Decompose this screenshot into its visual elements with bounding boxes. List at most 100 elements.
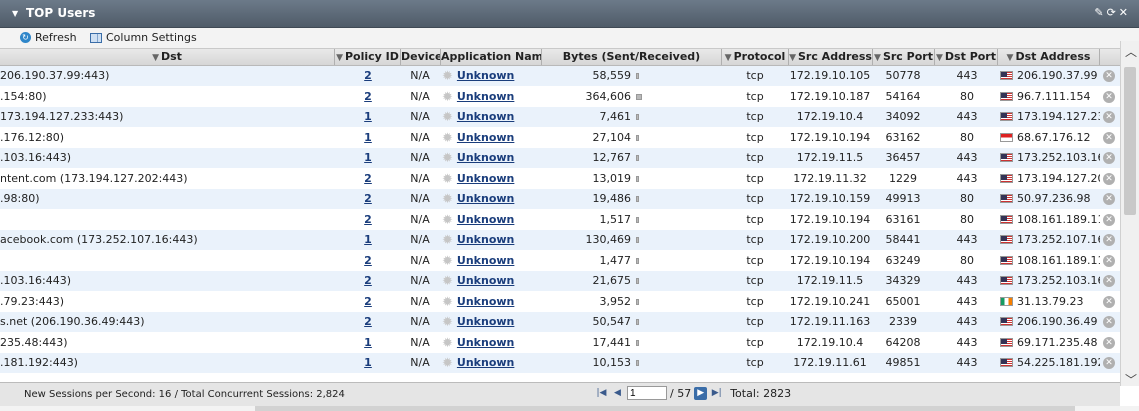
remove-session-icon[interactable]: ✕ bbox=[1103, 275, 1115, 287]
table-row[interactable]: 2 N/A ✹ Unknown 1,477 tcp 172.19.10.194 63249 80… bbox=[0, 251, 1120, 271]
refresh-button[interactable]: ↻ Refresh bbox=[20, 31, 77, 44]
policy-link[interactable]: 1 bbox=[364, 131, 372, 144]
policy-link[interactable]: 2 bbox=[364, 254, 372, 267]
policy-link[interactable]: 2 bbox=[364, 274, 372, 287]
bytes-bar bbox=[636, 319, 639, 325]
dst-cell bbox=[0, 251, 333, 271]
column-header-application-name[interactable]: Application Name bbox=[441, 49, 542, 65]
horizontal-scroll-thumb[interactable] bbox=[255, 406, 1075, 411]
edit-icon[interactable]: ✎ bbox=[1094, 6, 1106, 19]
table-row[interactable]: 206.190.37.99:443) 2 N/A ✹ Unknown 58,559 tcp 1… bbox=[0, 66, 1120, 86]
remove-session-icon[interactable]: ✕ bbox=[1103, 70, 1115, 82]
remove-session-icon[interactable]: ✕ bbox=[1103, 193, 1115, 205]
column-header-bytes-sent-received[interactable]: Bytes (Sent/Received) bbox=[542, 49, 722, 65]
remove-session-icon[interactable]: ✕ bbox=[1103, 172, 1115, 185]
table-row[interactable]: .103.16:443) 2 N/A ✹ Unknown 21,675 tcp 172.19.… bbox=[0, 271, 1120, 291]
horizontal-scrollbar[interactable] bbox=[0, 406, 1139, 411]
filter-icon[interactable]: ▼ bbox=[1007, 53, 1014, 63]
column-header-device[interactable]: Device bbox=[401, 49, 441, 65]
column-header-src-address[interactable]: ▼ Src Address bbox=[789, 49, 873, 65]
reload-icon[interactable]: ⟳ bbox=[1107, 6, 1119, 19]
filter-icon[interactable]: ▼ bbox=[789, 53, 796, 63]
table-row[interactable]: ntent.com (173.194.127.202:443) 2 N/A ✹ Unkn… bbox=[0, 169, 1120, 189]
table-row[interactable]: .154:80) 2 N/A ✹ Unknown 364,606 tcp 172.19.10.… bbox=[0, 87, 1120, 107]
column-header-src-port[interactable]: ▼ Src Port bbox=[873, 49, 935, 65]
policy-link[interactable]: 2 bbox=[364, 213, 372, 226]
remove-session-icon[interactable]: ✕ bbox=[1103, 254, 1115, 267]
column-header-policy-id[interactable]: ▼ Policy ID bbox=[335, 49, 401, 65]
application-link[interactable]: Unknown bbox=[457, 233, 514, 246]
vertical-scrollbar[interactable]: ︿ ﹀ bbox=[1120, 41, 1139, 388]
policy-link[interactable]: 1 bbox=[364, 356, 372, 369]
first-page-button[interactable]: |◀ bbox=[595, 387, 608, 400]
remove-session-icon[interactable]: ✕ bbox=[1103, 90, 1115, 103]
bytes-bar bbox=[636, 114, 639, 120]
table-row[interactable]: 235.48:443) 1 N/A ✹ Unknown 17,441 tcp 172.19.1… bbox=[0, 333, 1120, 353]
filter-icon[interactable]: ▼ bbox=[725, 53, 732, 63]
application-link[interactable]: Unknown bbox=[457, 356, 514, 369]
table-row[interactable]: .79.23:443) 2 N/A ✹ Unknown 3,952 tcp 172.19.10… bbox=[0, 292, 1120, 312]
table-row[interactable]: .98:80) 2 N/A ✹ Unknown 19,486 tcp 172.19.10.15… bbox=[0, 189, 1120, 209]
column-header-dst[interactable]: ▼ Dst bbox=[0, 49, 335, 65]
policy-link[interactable]: 2 bbox=[364, 192, 372, 205]
policy-link[interactable]: 1 bbox=[364, 336, 372, 349]
table-row[interactable]: s.net (206.190.36.49:443) 2 N/A ✹ Unknown 50,… bbox=[0, 312, 1120, 332]
remove-session-icon[interactable]: ✕ bbox=[1103, 152, 1115, 164]
table-row[interactable]: 2 N/A ✹ Unknown 1,517 tcp 172.19.10.194 63161 80… bbox=[0, 210, 1120, 230]
policy-link[interactable]: 2 bbox=[364, 315, 372, 328]
remove-session-icon[interactable]: ✕ bbox=[1103, 316, 1115, 328]
application-link[interactable]: Unknown bbox=[457, 110, 514, 123]
application-link[interactable]: Unknown bbox=[457, 192, 514, 205]
application-link[interactable]: Unknown bbox=[457, 131, 514, 144]
application-link[interactable]: Unknown bbox=[457, 336, 514, 349]
scroll-up-icon[interactable]: ︿ bbox=[1125, 43, 1137, 60]
table-row[interactable]: .176.12:80) 1 N/A ✹ Unknown 27,104 tcp 172.19.1… bbox=[0, 128, 1120, 148]
filter-icon[interactable]: ▼ bbox=[936, 53, 943, 63]
column-header-dst-address[interactable]: ▼ Dst Address bbox=[998, 49, 1100, 65]
column-header-dst-port[interactable]: ▼ Dst Port bbox=[935, 49, 998, 65]
application-link[interactable]: Unknown bbox=[457, 213, 514, 226]
column-settings-button[interactable]: Column Settings bbox=[90, 31, 197, 44]
remove-session-icon[interactable]: ✕ bbox=[1103, 357, 1115, 369]
application-cell: ✹ Unknown bbox=[442, 312, 542, 332]
collapse-icon[interactable]: ▼ bbox=[12, 9, 18, 18]
table-row[interactable]: .103.16:443) 1 N/A ✹ Unknown 12,767 tcp 172.19.… bbox=[0, 148, 1120, 168]
policy-link[interactable]: 2 bbox=[364, 69, 372, 82]
column-header-protocol[interactable]: ▼ Protocol bbox=[722, 49, 789, 65]
remove-session-icon[interactable]: ✕ bbox=[1103, 131, 1115, 144]
application-link[interactable]: Unknown bbox=[457, 69, 514, 82]
table-row[interactable]: .181.192:443) 1 N/A ✹ Unknown 10,153 tcp 172.19… bbox=[0, 353, 1120, 373]
filter-icon[interactable]: ▼ bbox=[152, 53, 159, 63]
policy-link[interactable]: 1 bbox=[364, 151, 372, 164]
application-link[interactable]: Unknown bbox=[457, 315, 514, 328]
table-row[interactable]: 173.194.127.233:443) 1 N/A ✹ Unknown 7,461 tcp… bbox=[0, 107, 1120, 127]
remove-session-icon[interactable]: ✕ bbox=[1103, 336, 1115, 349]
application-link[interactable]: Unknown bbox=[457, 295, 514, 308]
policy-link[interactable]: 1 bbox=[364, 233, 372, 246]
close-icon[interactable]: ✕ bbox=[1119, 6, 1131, 19]
application-link[interactable]: Unknown bbox=[457, 254, 514, 267]
next-page-button[interactable]: ▶ bbox=[694, 386, 708, 400]
policy-link[interactable]: 1 bbox=[364, 110, 372, 123]
last-page-button[interactable]: ▶| bbox=[710, 387, 723, 400]
application-link[interactable]: Unknown bbox=[457, 274, 514, 287]
application-link[interactable]: Unknown bbox=[457, 172, 514, 185]
filter-icon[interactable]: ▼ bbox=[874, 53, 881, 63]
policy-link[interactable]: 2 bbox=[364, 295, 372, 308]
remove-session-icon[interactable]: ✕ bbox=[1103, 295, 1115, 308]
application-link[interactable]: Unknown bbox=[457, 90, 514, 103]
scroll-down-icon[interactable]: ﹀ bbox=[1125, 371, 1137, 388]
page-input[interactable] bbox=[627, 386, 667, 400]
remove-session-icon[interactable]: ✕ bbox=[1103, 234, 1115, 246]
remove-session-icon[interactable]: ✕ bbox=[1103, 111, 1115, 123]
filter-icon[interactable]: ▼ bbox=[336, 53, 343, 63]
policy-link[interactable]: 2 bbox=[364, 90, 372, 103]
dst-port-cell: 443 bbox=[956, 335, 978, 349]
table-row[interactable]: acebook.com (173.252.107.16:443) 1 N/A ✹ Unk… bbox=[0, 230, 1120, 250]
remove-session-icon[interactable]: ✕ bbox=[1103, 213, 1115, 226]
policy-link[interactable]: 2 bbox=[364, 172, 372, 185]
scroll-thumb[interactable] bbox=[1124, 67, 1136, 215]
application-link[interactable]: Unknown bbox=[457, 151, 514, 164]
dst-address-cell: 68.67.176.12 bbox=[1000, 128, 1100, 148]
prev-page-button[interactable]: ◀ bbox=[611, 387, 624, 400]
